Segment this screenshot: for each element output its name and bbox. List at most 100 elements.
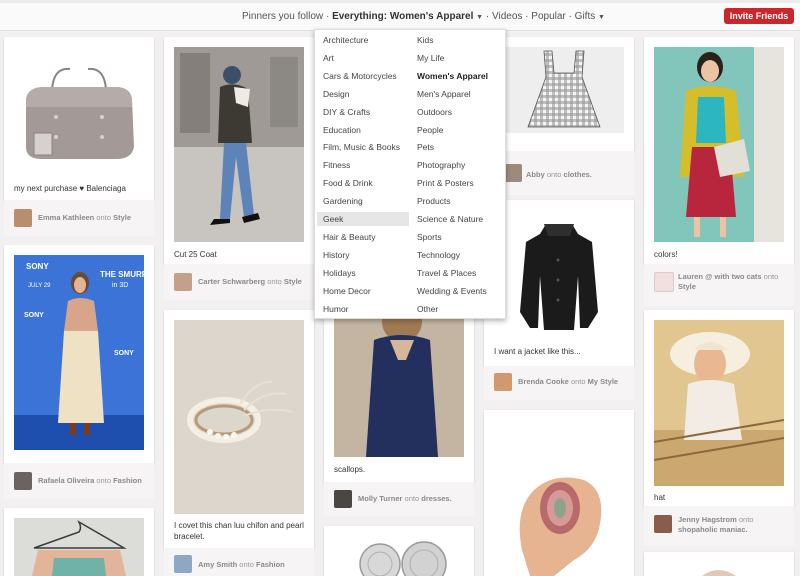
pin-image[interactable] xyxy=(4,37,154,177)
pin-image[interactable] xyxy=(654,47,784,242)
pin-image[interactable] xyxy=(334,300,464,457)
pin-image[interactable] xyxy=(174,320,304,514)
board-name[interactable]: Fashion xyxy=(256,560,285,569)
pinner-name[interactable]: Brenda Cooke xyxy=(518,377,569,386)
category-menu-item[interactable]: Art xyxy=(317,51,409,65)
pin-image[interactable] xyxy=(654,558,784,576)
category-menu-item[interactable]: Food & Drink xyxy=(317,176,409,190)
category-menu-item[interactable]: Technology xyxy=(411,248,503,262)
avatar[interactable] xyxy=(14,472,32,490)
board-name[interactable]: Style xyxy=(113,213,131,222)
pin-card[interactable]: Cut 25 Coat xyxy=(164,37,314,264)
avatar[interactable] xyxy=(14,209,32,227)
category-menu-item[interactable]: My Life xyxy=(411,51,503,65)
board-name[interactable]: My Style xyxy=(588,377,618,386)
category-menu-item[interactable]: Print & Posters xyxy=(411,176,503,190)
category-menu-item[interactable]: Home Decor xyxy=(317,284,409,298)
avatar[interactable] xyxy=(654,272,674,292)
category-menu-item[interactable]: Cars & Motorcycles xyxy=(317,69,409,83)
category-menu-item[interactable]: Film, Music & Books xyxy=(317,140,409,154)
pinner-name[interactable]: Molly Turner xyxy=(358,494,402,503)
pin-image[interactable] xyxy=(14,518,144,576)
garment-photo xyxy=(702,570,736,576)
pin-image[interactable]: SONY THE SMURFS in 3D JULY 29 SONY SONY xyxy=(14,255,144,450)
nav-videos[interactable]: Videos xyxy=(492,11,522,22)
nav-gifts[interactable]: Gifts xyxy=(575,11,596,22)
nav-everything[interactable]: Everything: Women's Apparel xyxy=(332,11,473,22)
pin-card[interactable] xyxy=(484,410,634,576)
pin-image[interactable] xyxy=(174,47,304,242)
chevron-down-icon[interactable]: ▼ xyxy=(476,14,483,21)
category-menu-item[interactable]: Education xyxy=(317,123,409,137)
pin-image[interactable] xyxy=(494,420,624,576)
pin-card[interactable]: scallops. xyxy=(324,300,474,482)
avatar[interactable] xyxy=(654,515,672,533)
board-name[interactable]: dresses. xyxy=(421,494,451,503)
pin-card[interactable]: I want a jacket like this... xyxy=(484,200,634,366)
pin-image[interactable] xyxy=(654,320,784,486)
category-menu-item[interactable]: Travel & Places xyxy=(411,266,503,280)
category-menu-item[interactable]: Humor xyxy=(317,302,409,316)
category-menu-item[interactable]: Wedding & Events xyxy=(411,284,503,298)
board-name[interactable]: Fashion xyxy=(113,476,142,485)
pin-card[interactable] xyxy=(4,508,154,576)
pinner-name[interactable]: Emma Kathleen xyxy=(38,213,94,222)
nav-popular[interactable]: Popular xyxy=(531,11,565,22)
pinner-name[interactable]: Rafaela Oliveira xyxy=(38,476,94,485)
category-menu-item[interactable]: Gardening xyxy=(317,194,409,208)
category-menu-item[interactable]: Kids xyxy=(411,33,503,47)
pin-card[interactable]: SONY THE SMURFS in 3D JULY 29 SONY SONY xyxy=(4,245,154,463)
category-menu-item[interactable]: Geek xyxy=(317,212,409,226)
category-menu-item[interactable]: Other xyxy=(411,302,503,316)
category-menu-item[interactable]: Science & Nature xyxy=(411,212,503,226)
nav-pinners-you-follow[interactable]: Pinners you follow xyxy=(242,11,323,22)
pin-image[interactable] xyxy=(494,204,624,340)
board-name[interactable]: shopaholic maniac. xyxy=(678,525,748,534)
category-menu-item[interactable]: Hair & Beauty xyxy=(317,230,409,244)
pin-card[interactable]: colors! xyxy=(644,37,794,264)
pin-card[interactable]: hat xyxy=(644,310,794,506)
chevron-down-icon[interactable]: ▼ xyxy=(598,14,605,21)
category-menu-item[interactable]: Women's Apparel xyxy=(411,69,503,83)
category-menu-item[interactable]: Holidays xyxy=(317,266,409,280)
board-name[interactable]: clothes. xyxy=(564,170,592,179)
avatar[interactable] xyxy=(504,164,522,182)
category-menu-item[interactable]: Architecture xyxy=(317,33,409,47)
pinner-name[interactable]: Lauren @ with two cats xyxy=(678,272,762,281)
category-menu-item[interactable]: Outdoors xyxy=(411,105,503,119)
category-menu-item[interactable]: DIY & Crafts xyxy=(317,105,409,119)
colorful-outfit-photo xyxy=(654,47,784,242)
pin-image[interactable] xyxy=(504,47,624,133)
category-menu-item[interactable]: Pets xyxy=(411,140,503,154)
avatar[interactable] xyxy=(494,373,512,391)
pin-card[interactable]: I covet this chan luu chifon and pearl b… xyxy=(164,310,314,548)
pin-image[interactable] xyxy=(334,534,464,576)
nav-separator: · xyxy=(485,11,490,22)
avatar[interactable] xyxy=(334,490,352,508)
pin-card[interactable]: my next purchase ♥ Balenciaga xyxy=(4,37,154,200)
avatar[interactable] xyxy=(174,555,192,573)
pinner-name[interactable]: Carter Schwarberg xyxy=(198,277,265,286)
pinner-name[interactable]: Abby xyxy=(526,170,545,179)
pinner-name[interactable]: Amy Smith xyxy=(198,560,237,569)
pin-card[interactable] xyxy=(484,37,634,151)
pin-attribution: Brenda Cooke onto My Style xyxy=(518,377,618,387)
pinner-name[interactable]: Jenny Hagstrom xyxy=(678,515,737,524)
category-menu-item[interactable]: Photography xyxy=(411,158,503,172)
backdrop-brand: SONY xyxy=(24,312,44,319)
pin-caption: hat xyxy=(654,493,666,502)
category-menu-item[interactable]: Sports xyxy=(411,230,503,244)
category-menu-item[interactable]: Men's Apparel xyxy=(411,87,503,101)
category-menu-item[interactable]: People xyxy=(411,123,503,137)
pin-card[interactable] xyxy=(324,526,474,576)
pin-attribution: Molly Turner onto dresses. xyxy=(358,494,452,504)
category-menu-item[interactable]: Fitness xyxy=(317,158,409,172)
avatar[interactable] xyxy=(174,273,192,291)
pin-card[interactable] xyxy=(644,552,794,576)
category-menu-item[interactable]: Products xyxy=(411,194,503,208)
category-menu-item[interactable]: Design xyxy=(317,87,409,101)
invite-friends-button[interactable]: Invite Friends xyxy=(724,8,794,24)
category-menu-item[interactable]: History xyxy=(317,248,409,262)
board-name[interactable]: Style xyxy=(284,277,302,286)
board-name[interactable]: Style xyxy=(678,282,696,291)
